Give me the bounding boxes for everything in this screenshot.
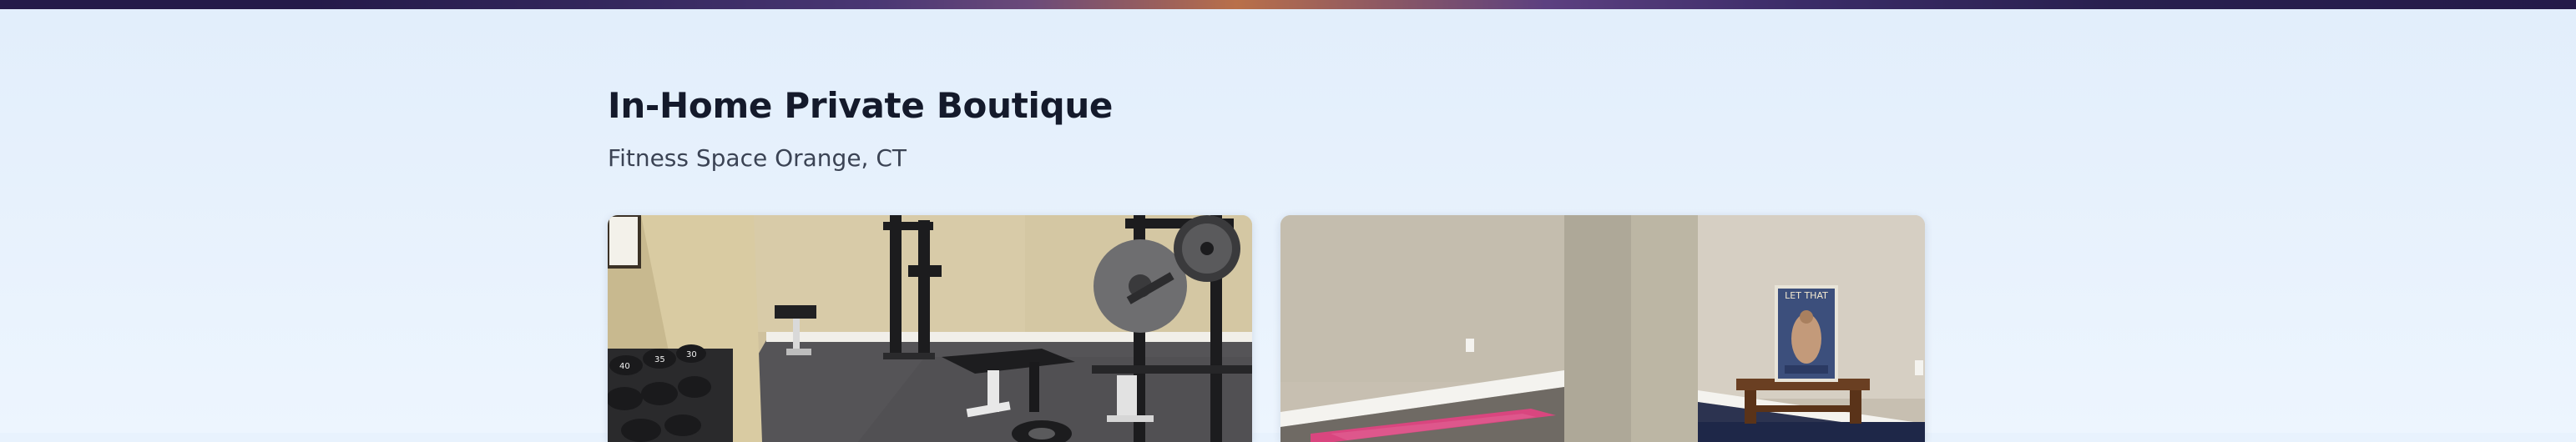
svg-text:40: 40 (619, 362, 630, 371)
gym-equipment-photo[interactable]: 40 35 30 (608, 215, 1252, 442)
svg-text:35: 35 (654, 355, 665, 364)
page-subtitle: Fitness Space Orange, CT (608, 144, 907, 172)
svg-text:30: 30 (686, 350, 697, 359)
page-content: In-Home Private Boutique Fitness Space O… (0, 9, 2576, 442)
photo-gallery: 40 35 30 LET THAT (608, 215, 1927, 442)
page-title: In-Home Private Boutique (608, 85, 1114, 126)
top-accent-bar (0, 0, 2576, 9)
yoga-room-photo[interactable]: LET THAT (1280, 215, 1925, 442)
poster-text: LET THAT (1785, 290, 1828, 301)
